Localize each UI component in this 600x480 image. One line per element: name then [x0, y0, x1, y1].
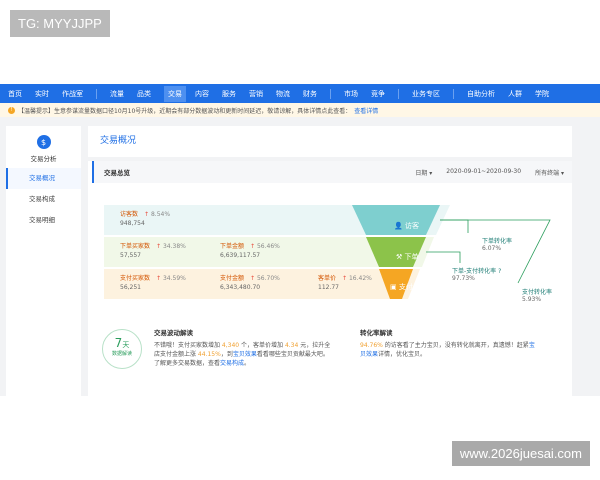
nav-divider	[330, 88, 331, 99]
nav-item-content[interactable]: 内容	[195, 89, 209, 99]
pay-conversion-rate: 支付转化率 5.93%	[522, 289, 553, 303]
sidebar-title: 交易分析	[30, 155, 57, 163]
fluctuation-interpretation: 交易波动解读 不错哦！支付买家数增加 4,340 个，客单价增加 4.34 元，…	[154, 329, 331, 367]
nav-item-market[interactable]: 市场	[344, 89, 358, 99]
nav-item-academy[interactable]: 学院	[535, 89, 549, 99]
help-icon: ?	[498, 268, 502, 275]
nav-item-self-analysis[interactable]: 自助分析	[467, 89, 495, 99]
notice-bar: ! 【温馨提示】生意参谋流量数据口径10月10号升级，近期会有部分数据波动和更新…	[0, 103, 600, 117]
terminal-select[interactable]: 所有终端 ▾	[535, 168, 564, 177]
sidebar-item-composition[interactable]: 交易构成	[6, 189, 81, 210]
item-effect-link[interactable]: 宝	[529, 342, 535, 349]
order-pay-connector	[426, 251, 461, 263]
date-range[interactable]: 2020-09-01~2020-09-30	[446, 168, 521, 177]
wallet-icon: ▣	[390, 283, 397, 291]
nav-divider	[453, 88, 454, 99]
trade-composition-link[interactable]: 交易构成	[220, 360, 244, 367]
order-pay-conversion-rate: 下单-支付转化率 ? 97.73%	[452, 268, 502, 282]
nav-divider	[398, 88, 399, 99]
metric-visitors[interactable]: 访客数 ↑ 8.54% 948,754	[120, 209, 170, 227]
section-filters: 日期 ▾ 2020-09-01~2020-09-30 所有终端 ▾	[415, 168, 564, 177]
metric-pay-amount[interactable]: 支付金额 ↑ 56.70% 6,343,480.70	[220, 273, 280, 291]
nav-item-marketing[interactable]: 营销	[249, 89, 263, 99]
nav-item-service[interactable]: 服务	[222, 89, 236, 99]
notice-detail-link[interactable]: 查看详情	[354, 106, 378, 115]
watermark-top-left: TG: MYYJJPP	[10, 10, 110, 37]
item-effect-link[interactable]: 贝效果	[360, 351, 378, 358]
sidebar-item-overview[interactable]: 交易概况	[6, 168, 81, 189]
warning-icon: !	[8, 106, 15, 114]
metric-order-amount[interactable]: 下单金额 ↑ 56.46% 6,639,117.57	[220, 241, 280, 259]
trade-overview-panel: 交易总览 日期 ▾ 2020-09-01~2020-09-30 所有终端 ▾ 👤…	[88, 161, 572, 396]
nav-item-home[interactable]: 首页	[8, 89, 22, 99]
top-nav: 首页 实时 作战室 流量 品类 交易 内容 服务 营销 物流 财务 市场 竞争 …	[0, 84, 600, 103]
nav-item-business-zone[interactable]: 业务专区	[412, 89, 440, 99]
nav-item-traffic[interactable]: 流量	[110, 89, 124, 99]
nav-item-competition[interactable]: 竞争	[371, 89, 385, 99]
nav-item-war-room[interactable]: 作战室	[62, 89, 83, 99]
conversion-interpretation: 转化率解读 94.76% 的访客看了主力宝贝，没有转化就离开，真遗憾！赶紧宝 贝…	[360, 329, 535, 358]
hammer-icon: ⚒	[396, 253, 403, 261]
order-conversion-connector	[440, 219, 469, 233]
nav-item-category[interactable]: 品类	[137, 89, 151, 99]
nav-item-realtime[interactable]: 实时	[35, 89, 49, 99]
item-effect-link[interactable]: 宝贝效果	[233, 351, 257, 358]
metric-pay-buyers[interactable]: 支付买家数 ↑ 34.59% 56,251	[120, 273, 186, 291]
metric-unit-price[interactable]: 客单价 ↑ 16.42% 112.77	[318, 273, 372, 291]
granularity-select[interactable]: 日期 ▾	[415, 168, 432, 177]
section-header: 交易总览 日期 ▾ 2020-09-01~2020-09-30 所有终端 ▾	[92, 161, 572, 183]
nav-item-finance[interactable]: 财务	[303, 89, 317, 99]
sidebar-header: $ 交易分析	[6, 126, 81, 168]
app-window: 首页 实时 作战室 流量 品类 交易 内容 服务 营销 物流 财务 市场 竞争 …	[0, 84, 600, 396]
watermark-bottom-right: www.2026juesai.com	[451, 441, 590, 466]
trade-analysis-icon: $	[36, 135, 51, 149]
user-icon: 👤	[394, 222, 403, 230]
seven-day-badge: 7天 数据解读	[102, 329, 142, 369]
section-title: 交易总览	[104, 169, 130, 177]
nav-item-crowd[interactable]: 人群	[508, 89, 522, 99]
sidebar: $ 交易分析 交易概况 交易构成 交易明细	[6, 126, 81, 396]
page-title: 交易概况	[88, 126, 572, 157]
notice-text: 【温馨提示】生意参谋流量数据口径10月10号升级，近期会有部分数据波动和更新时间…	[18, 107, 352, 115]
nav-divider	[96, 88, 97, 99]
funnel-label-pay: ▣ 支付	[390, 283, 413, 291]
sidebar-item-details[interactable]: 交易明细	[6, 210, 81, 231]
funnel-label-visitor: 👤 访客	[394, 222, 419, 230]
funnel-label-order: ⚒ 下单	[396, 253, 419, 261]
metric-order-buyers[interactable]: 下单买家数 ↑ 34.38% 57,557	[120, 241, 186, 259]
nav-item-trade[interactable]: 交易	[164, 85, 186, 102]
order-conversion-rate: 下单转化率 6.07%	[482, 238, 513, 252]
nav-item-logistics[interactable]: 物流	[276, 89, 290, 99]
